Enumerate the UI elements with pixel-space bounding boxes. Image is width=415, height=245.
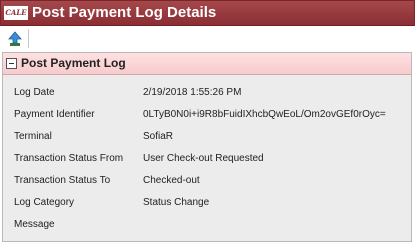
toolbar	[0, 26, 415, 50]
field-label: Log Category	[14, 197, 75, 208]
up-arrow-icon-graphic	[8, 31, 22, 46]
panel-header: Post Payment Log	[3, 53, 411, 75]
cale-logo: CALE	[4, 6, 28, 20]
field-row-log-date: Log Date 2/19/2018 1:55:26 PM	[3, 83, 411, 105]
field-row-payment-identifier: Payment Identifier 0LTyB0N0i+i9R8bFuidIX…	[3, 105, 411, 127]
post-payment-log-panel: Post Payment Log Log Date 2/19/2018 1:55…	[2, 52, 412, 242]
field-label: Payment Identifier	[14, 109, 95, 120]
field-value: 2/19/2018 1:55:26 PM	[143, 87, 242, 98]
field-row-transaction-status-to: Transaction Status To Checked-out	[3, 171, 411, 193]
field-row-message: Message	[3, 215, 411, 237]
field-label: Transaction Status From	[14, 153, 124, 164]
field-label: Transaction Status To	[14, 175, 111, 186]
field-value: 0LTyB0N0i+i9R8bFuidIXhcbQwEoL/Om2ovGEf0r…	[143, 109, 386, 120]
field-value: SofiaR	[143, 131, 174, 142]
field-value: Status Change	[143, 197, 210, 208]
field-label: Terminal	[14, 131, 52, 142]
toolbar-separator	[28, 29, 29, 48]
field-label: Message	[14, 219, 55, 230]
up-arrow-icon[interactable]	[7, 31, 23, 47]
window-title-bar: CALE Post Payment Log Details	[0, 0, 415, 26]
field-value: Checked-out	[143, 175, 200, 186]
page-title: Post Payment Log Details	[32, 4, 217, 21]
panel-title: Post Payment Log	[21, 56, 126, 70]
field-row-transaction-status-from: Transaction Status From User Check-out R…	[3, 149, 411, 171]
field-label: Log Date	[14, 87, 55, 98]
field-row-terminal: Terminal SofiaR	[3, 127, 411, 149]
field-value: User Check-out Requested	[143, 153, 264, 164]
field-row-log-category: Log Category Status Change	[3, 193, 411, 215]
collapse-icon[interactable]	[6, 58, 17, 69]
